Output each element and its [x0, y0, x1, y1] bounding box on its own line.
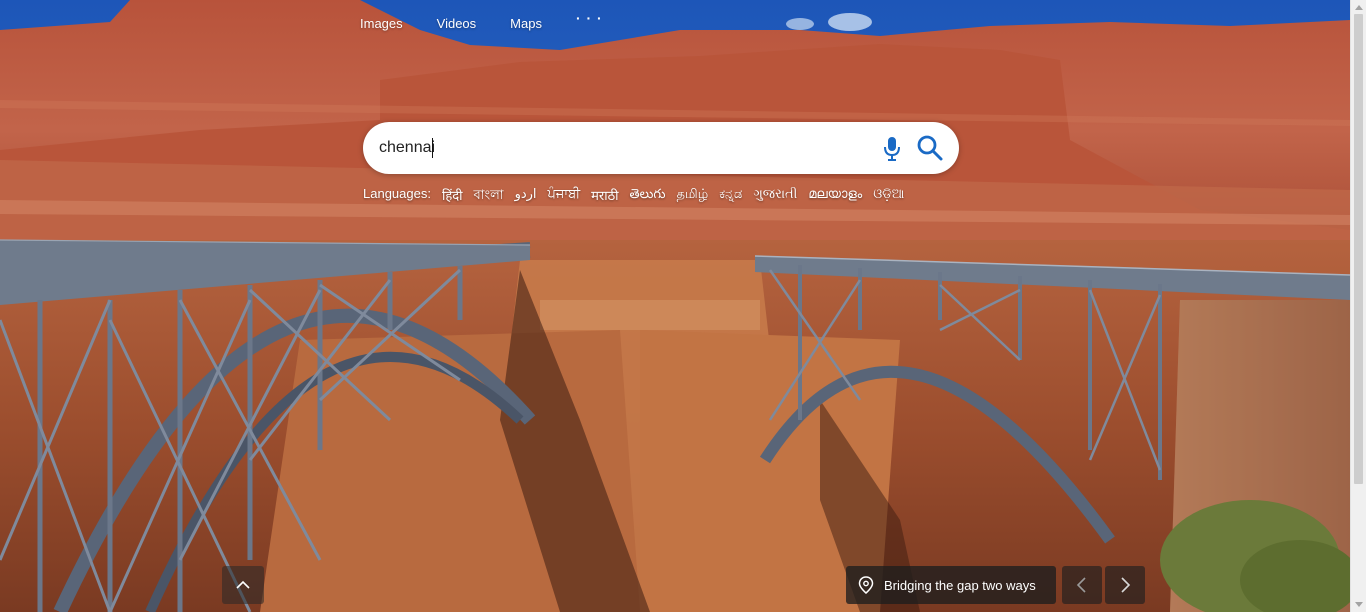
chevron-up-icon: [236, 580, 250, 589]
previous-image-button[interactable]: [1062, 566, 1102, 604]
more-menu-icon[interactable]: · · ·: [576, 10, 603, 31]
language-link-bangla[interactable]: বাংলা: [474, 186, 504, 207]
microphone-icon: [884, 137, 900, 161]
language-link-tamil[interactable]: தமிழ்: [676, 186, 708, 207]
next-image-button[interactable]: [1105, 566, 1145, 604]
search-box: [363, 122, 959, 174]
languages-bar: Languages: हिंदी বাংলা اردو ਪੰਜਾਬੀ मराठी…: [363, 186, 904, 207]
language-link-gujarati[interactable]: ગુજરાતી: [753, 186, 797, 207]
language-link-urdu[interactable]: اردو: [515, 186, 537, 207]
search-input[interactable]: [379, 136, 849, 160]
scroll-down-arrow-icon[interactable]: [1355, 602, 1363, 607]
chevron-right-icon: [1121, 577, 1131, 593]
scrollbar-thumb[interactable]: [1354, 14, 1363, 484]
scroll-down-button[interactable]: [222, 566, 264, 604]
location-pin-icon: [858, 576, 874, 594]
vertical-scrollbar[interactable]: [1350, 0, 1366, 612]
language-link-kannada[interactable]: ಕನ್ನಡ: [719, 186, 742, 207]
nav-link-maps[interactable]: Maps: [510, 16, 542, 31]
scroll-up-arrow-icon[interactable]: [1355, 5, 1363, 10]
image-caption-text: Bridging the gap two ways: [884, 577, 1036, 593]
top-navigation: Images Videos Maps · · ·: [360, 10, 603, 31]
language-link-punjabi[interactable]: ਪੰਜਾਬੀ: [548, 186, 581, 207]
nav-link-videos[interactable]: Videos: [437, 16, 477, 31]
search-icon: [917, 135, 943, 161]
search-button[interactable]: [916, 134, 944, 162]
language-link-odia[interactable]: ଓଡ଼ିଆ: [873, 186, 904, 207]
language-link-hindi[interactable]: हिंदी: [442, 186, 463, 207]
homepage: Images Videos Maps · · · Languages: हिंद…: [0, 0, 1366, 612]
languages-label: Languages:: [363, 186, 431, 201]
language-link-marathi[interactable]: मराठी: [591, 186, 618, 207]
microphone-button[interactable]: [879, 134, 905, 162]
nav-link-images[interactable]: Images: [360, 16, 403, 31]
chevron-left-icon: [1076, 577, 1086, 593]
image-caption-button[interactable]: Bridging the gap two ways: [846, 566, 1056, 604]
background-image: [0, 0, 1350, 612]
text-cursor: [432, 138, 433, 158]
language-link-malayalam[interactable]: മലയാളം: [808, 186, 862, 207]
language-link-telugu[interactable]: తెలుగు: [630, 186, 666, 207]
